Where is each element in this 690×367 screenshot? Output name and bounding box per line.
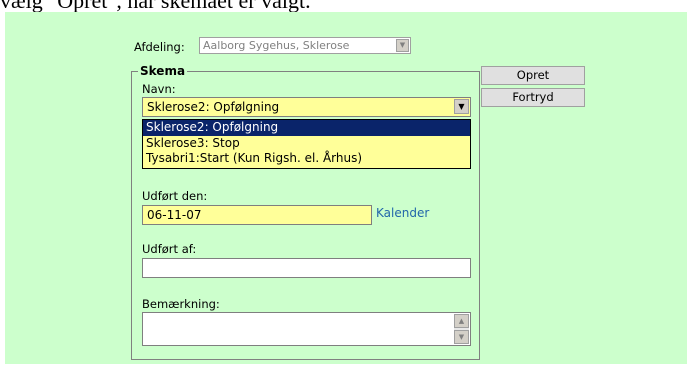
chevron-down-icon[interactable]: ▼ xyxy=(396,39,409,52)
dropdown-option[interactable]: Sklerose2: Opfølgning xyxy=(143,120,470,136)
schema-dropdown-list: Sklerose2: Opfølgning Sklerose3: Stop Ty… xyxy=(142,119,471,169)
dropdown-option[interactable]: Tysabri1:Start (Kun Rigsh. el. Århus) xyxy=(143,151,470,167)
cancel-button[interactable]: Fortryd xyxy=(481,88,585,107)
schema-name-select[interactable]: Sklerose2: Opfølgning ▼ xyxy=(142,97,471,117)
instruction-caption: vælg "Opret", når skemaet er valgt. xyxy=(0,0,311,13)
schema-name-value: Sklerose2: Opfølgning xyxy=(147,100,280,114)
schema-legend: Skema xyxy=(138,64,188,78)
scroll-down-icon[interactable]: ▼ xyxy=(454,330,469,344)
remark-scrollbar[interactable]: ▲ ▼ xyxy=(454,314,469,344)
chevron-down-icon[interactable]: ▼ xyxy=(454,99,469,114)
name-label: Navn: xyxy=(142,82,176,96)
dropdown-option[interactable]: Sklerose3: Stop xyxy=(143,136,470,152)
remark-textarea[interactable]: ▲ ▼ xyxy=(142,312,471,346)
done-date-value: 06-11-07 xyxy=(147,208,202,222)
done-by-input[interactable] xyxy=(142,258,471,278)
remark-label: Bemærkning: xyxy=(142,297,220,311)
department-value: Aalborg Sygehus, Sklerose xyxy=(203,39,350,52)
done-by-label: Udført af: xyxy=(142,242,197,256)
department-label: Afdeling: xyxy=(134,40,185,54)
scroll-up-icon[interactable]: ▲ xyxy=(454,314,469,328)
done-date-input[interactable]: 06-11-07 xyxy=(142,205,372,225)
create-button[interactable]: Opret xyxy=(481,66,585,85)
calendar-link[interactable]: Kalender xyxy=(376,206,429,220)
department-select[interactable]: Aalborg Sygehus, Sklerose ▼ xyxy=(199,37,411,54)
done-date-label: Udført den: xyxy=(142,189,208,203)
